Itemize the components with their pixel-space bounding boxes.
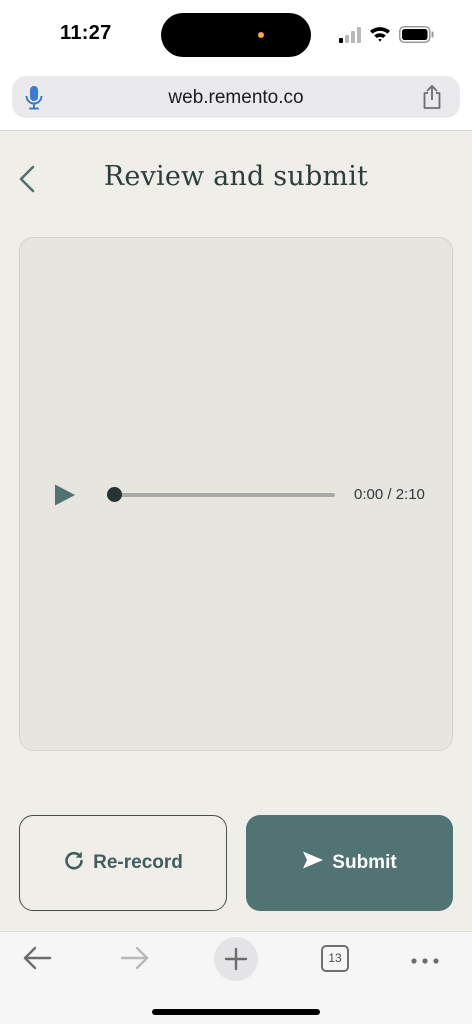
page-content: Review and submit 0:00 / 2:10 Re-record: [0, 131, 472, 931]
wifi-icon: [369, 25, 391, 48]
status-bar: 11:27: [0, 0, 472, 70]
playback-time: 0:00 / 2:10: [354, 486, 425, 503]
home-indicator: [152, 1009, 320, 1015]
tab-count-button[interactable]: 13: [321, 945, 349, 972]
browser-toolbar: 13: [0, 931, 472, 1024]
battery-icon: [399, 26, 435, 48]
page-title: Review and submit: [103, 161, 369, 192]
privacy-indicator-dot: [258, 32, 264, 38]
new-tab-button[interactable]: [214, 937, 258, 981]
address-bar[interactable]: web.remento.co: [12, 76, 460, 118]
send-icon: [302, 850, 324, 876]
refresh-icon: [63, 849, 85, 877]
more-icon[interactable]: [410, 953, 440, 971]
submit-button[interactable]: Submit: [246, 815, 453, 911]
rerecord-button[interactable]: Re-record: [19, 815, 227, 911]
dynamic-island: [161, 13, 311, 57]
progress-thumb[interactable]: [107, 487, 122, 502]
arrow-left-icon[interactable]: [22, 944, 52, 977]
rerecord-label: Re-record: [93, 852, 183, 873]
plus-icon: [224, 947, 248, 971]
share-icon[interactable]: [420, 84, 444, 115]
arrow-right-icon[interactable]: [120, 944, 150, 977]
progress-track[interactable]: [115, 493, 335, 497]
audio-player-card: 0:00 / 2:10: [19, 237, 453, 751]
play-icon[interactable]: [53, 483, 77, 512]
url-text[interactable]: web.remento.co: [12, 87, 460, 109]
status-time: 11:27: [60, 22, 112, 44]
submit-label: Submit: [332, 852, 397, 873]
cellular-signal-icon: [339, 27, 363, 48]
